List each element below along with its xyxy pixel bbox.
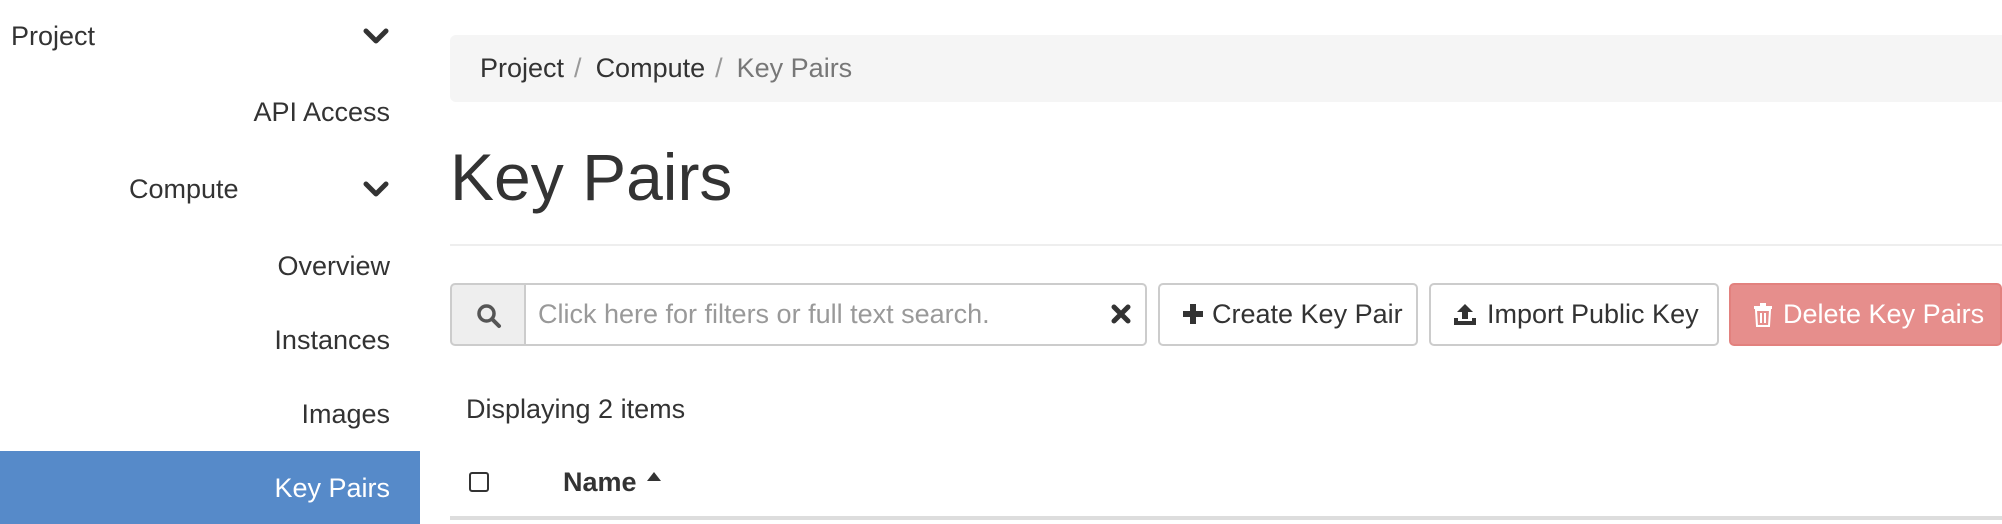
sidebar-item-label: Images bbox=[301, 399, 390, 429]
upload-icon bbox=[1454, 304, 1476, 325]
breadcrumb-current: Key Pairs bbox=[736, 53, 853, 83]
trash-icon bbox=[1754, 303, 1772, 327]
sidebar-item-label: Overview bbox=[277, 251, 390, 281]
sort-ascending-icon bbox=[647, 472, 661, 481]
sidebar-item-label: Project bbox=[11, 21, 96, 51]
item-count: Displaying 2 items bbox=[466, 394, 686, 424]
select-all-checkbox[interactable] bbox=[469, 472, 489, 492]
sidebar-item-label: Key Pairs bbox=[274, 473, 390, 503]
create-key-pair-button[interactable]: Create Key Pair bbox=[1158, 283, 1418, 346]
breadcrumb: Project / Compute / Key Pairs bbox=[450, 35, 2002, 102]
delete-key-pairs-button[interactable]: Delete Key Pairs bbox=[1729, 283, 2002, 346]
import-public-key-button[interactable]: Import Public Key bbox=[1429, 283, 1719, 346]
breadcrumb-compute[interactable]: Compute bbox=[596, 53, 706, 83]
table-header: Name bbox=[450, 452, 2002, 524]
table-header-border bbox=[450, 516, 2002, 520]
sidebar-item-label: API Access bbox=[253, 97, 390, 127]
sidebar-item-key-pairs[interactable]: Key Pairs bbox=[0, 451, 420, 524]
chevron-down-icon bbox=[363, 28, 389, 44]
create-key-pair-label: Create Key Pair bbox=[1212, 299, 1403, 329]
times-icon[interactable] bbox=[1110, 303, 1132, 325]
column-header-name[interactable]: Name bbox=[563, 466, 637, 498]
sidebar-item-label: Compute bbox=[129, 174, 239, 204]
search-icon bbox=[477, 304, 501, 328]
breadcrumb-separator: / bbox=[574, 53, 582, 83]
search-addon[interactable] bbox=[450, 283, 526, 346]
breadcrumb-separator: / bbox=[715, 53, 723, 83]
sidebar-nav: Project API Access Compute Overview Inst… bbox=[0, 0, 420, 524]
chevron-down-icon bbox=[363, 181, 389, 197]
breadcrumb-project[interactable]: Project bbox=[480, 53, 564, 83]
page-title: Key Pairs bbox=[450, 140, 733, 214]
search-input[interactable] bbox=[524, 283, 1147, 346]
sidebar-item-label: Instances bbox=[274, 325, 390, 355]
plus-icon bbox=[1183, 304, 1203, 324]
delete-key-pairs-label: Delete Key Pairs bbox=[1783, 299, 1985, 329]
search-group bbox=[450, 283, 1147, 346]
import-public-key-label: Import Public Key bbox=[1487, 299, 1699, 329]
header-divider bbox=[450, 244, 2002, 246]
